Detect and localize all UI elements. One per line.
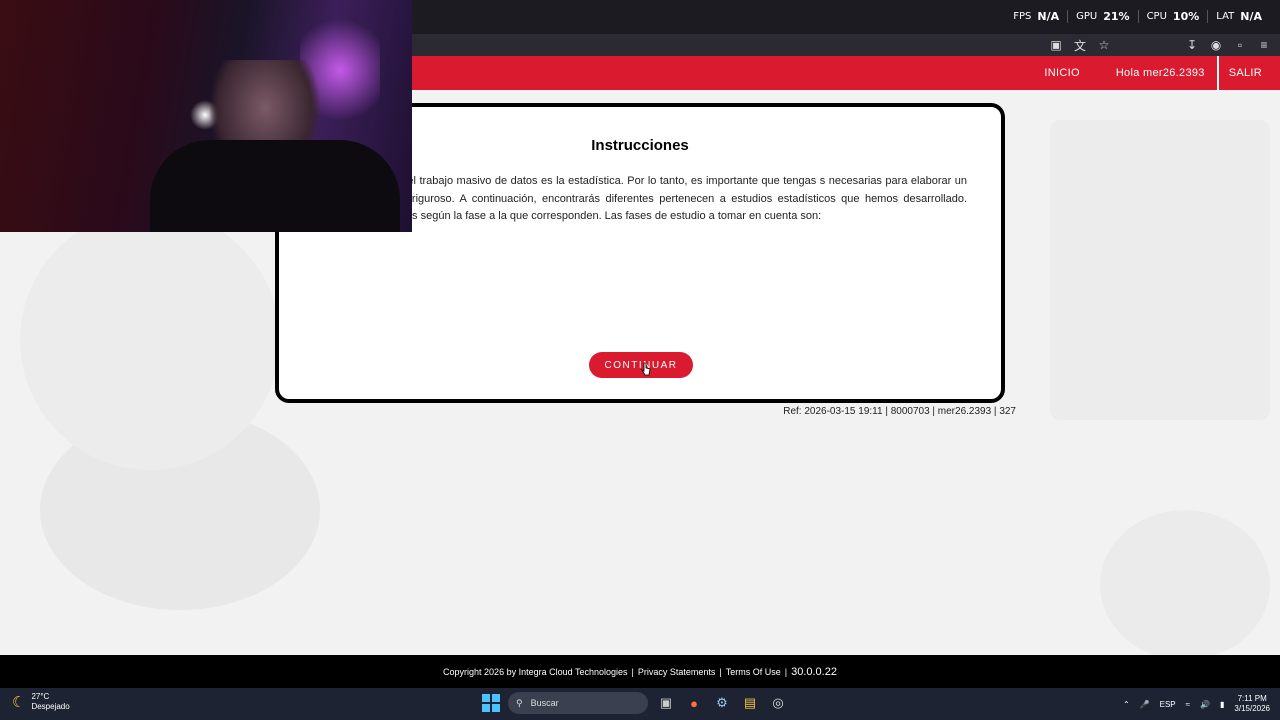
moon-icon: ☾: [12, 694, 26, 711]
screenshot-icon[interactable]: ▣: [1046, 38, 1066, 52]
obs-icon[interactable]: ◎: [768, 693, 788, 713]
weather-desc: Despejado: [31, 702, 70, 711]
decorative-globe: [20, 210, 280, 470]
translate-icon[interactable]: 文: [1070, 37, 1090, 54]
clock-time: 7:11 PM: [1237, 694, 1267, 703]
clock[interactable]: 7:11 PM 3/15/2026: [1234, 694, 1270, 714]
profile-icon[interactable]: ◉: [1206, 38, 1226, 52]
nav-inicio[interactable]: INICIO: [1026, 56, 1097, 90]
footer-separator: |: [631, 666, 634, 677]
chevron-up-icon[interactable]: ⌃: [1123, 700, 1130, 709]
taskbar-search[interactable]: ⚲ Buscar: [508, 692, 648, 714]
footer-separator: |: [784, 666, 788, 677]
taskbar: ☾ 27°C Despejado ⚲ Buscar ▣ ● ⚙ ▤ ◎ ⌃ 🎤 …: [0, 688, 1280, 720]
footer-privacy-link[interactable]: Privacy Statements: [638, 667, 716, 677]
extensions-icon[interactable]: ▫: [1230, 38, 1250, 52]
task-view-icon[interactable]: ▣: [656, 693, 676, 713]
main-nav: INICIO Hola mer26.2393 SALIR: [1026, 56, 1280, 90]
language-indicator[interactable]: ESP: [1160, 700, 1176, 709]
menu-icon[interactable]: ≡: [1254, 38, 1274, 52]
stat-gpu: GPU 21%: [1068, 10, 1139, 23]
footer-separator: |: [719, 666, 722, 677]
stat-fps: FPS N/A: [1005, 10, 1069, 23]
weather-temp: 27°C: [31, 692, 50, 701]
download-icon[interactable]: ↧: [1182, 38, 1202, 52]
volume-icon[interactable]: 🔊: [1200, 700, 1210, 709]
microphone-icon[interactable]: 🎤: [1140, 700, 1150, 709]
webcam-overlay: [0, 0, 412, 232]
stat-lat: LAT N/A: [1216, 10, 1262, 23]
windows-start-icon[interactable]: [482, 694, 500, 712]
footer-copyright[interactable]: Copyright 2026 by Integra Cloud Technolo…: [443, 667, 627, 677]
clock-date: 3/15/2026: [1234, 704, 1270, 713]
decorative-books: [1050, 120, 1270, 420]
system-tray: ⌃ 🎤 ESP ≈ 🔊 ▮ 7:11 PM 3/15/2026: [1123, 688, 1270, 720]
wifi-icon[interactable]: ≈: [1186, 700, 1190, 709]
mouse-cursor-icon: [641, 362, 651, 376]
footer-version: 30.0.0.22: [791, 665, 837, 678]
reference-text: Ref: 2026-03-15 19:11 | 8000703 | mer26.…: [783, 406, 1016, 417]
site-footer: Copyright 2026 by Integra Cloud Technolo…: [0, 655, 1280, 688]
search-icon: ⚲: [516, 697, 523, 708]
steam-icon[interactable]: ⚙: [712, 693, 732, 713]
nav-user-greeting[interactable]: Hola mer26.2393: [1098, 56, 1217, 90]
firefox-icon[interactable]: ●: [684, 693, 704, 713]
weather-widget[interactable]: ☾ 27°C Despejado: [12, 692, 70, 712]
file-explorer-icon[interactable]: ▤: [740, 693, 760, 713]
battery-icon[interactable]: ▮: [1220, 700, 1224, 709]
star-icon[interactable]: ☆: [1094, 38, 1114, 52]
footer-terms-link[interactable]: Terms Of Use: [726, 667, 781, 677]
stat-cpu: CPU 10%: [1139, 10, 1209, 23]
search-placeholder: Buscar: [530, 698, 559, 708]
nav-salir[interactable]: SALIR: [1216, 56, 1280, 90]
decorative-shape: [1100, 510, 1270, 655]
